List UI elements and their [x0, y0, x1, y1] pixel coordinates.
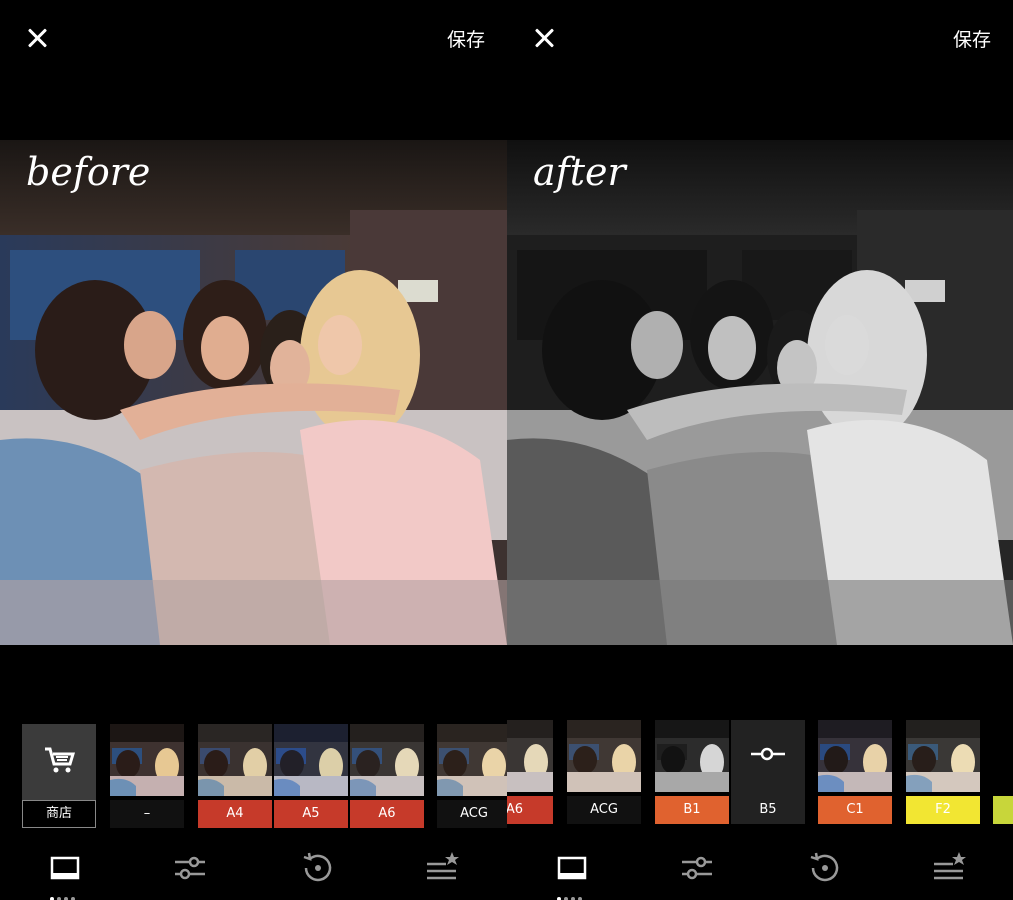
filter-label: C1: [818, 796, 892, 824]
filter-thumbnail: [274, 724, 348, 796]
filter-label: A4: [198, 800, 272, 828]
filter-label: B1: [655, 796, 729, 824]
filter-thumbnail: [437, 724, 507, 796]
filter-thumbnail: [818, 720, 892, 792]
filter-thumbnail: [993, 720, 1013, 792]
filter-label: A5: [274, 800, 348, 828]
filter-b5-selected[interactable]: B5: [731, 720, 805, 824]
shop-cart-icon: [45, 747, 76, 773]
shop-button[interactable]: 商店: [22, 724, 96, 828]
after-panel: 保存 after A6 ACG B1 B5 C1 F2: [507, 0, 1013, 900]
adjust-sliders-icon[interactable]: [170, 848, 210, 888]
close-icon[interactable]: [533, 26, 557, 50]
filter-acg[interactable]: ACG: [567, 720, 641, 824]
recipe-favorites-icon[interactable]: [422, 848, 462, 888]
filter-strip[interactable]: 商店 – A4 A5 A6 ACG: [0, 720, 507, 830]
adjust-strength-icon: [751, 747, 785, 761]
before-caption: before: [26, 150, 151, 194]
adjust-sliders-icon[interactable]: [677, 848, 717, 888]
filter-label: A6: [507, 796, 553, 824]
filter-a5[interactable]: A5: [274, 724, 348, 828]
before-panel: 保存 before 商店 – A4 A5 A6 ACG: [0, 0, 507, 900]
recipe-favorites-icon[interactable]: [929, 848, 969, 888]
filter-label-partial: [993, 796, 1013, 824]
filter-label: ACG: [567, 796, 641, 824]
filter-f2[interactable]: F2: [906, 720, 980, 824]
filter-next-partial[interactable]: [993, 720, 1013, 824]
page-dots: [50, 886, 80, 900]
filter-label: B5: [731, 796, 805, 824]
filter-a6[interactable]: A6: [507, 720, 553, 824]
filter-acg[interactable]: ACG: [437, 724, 507, 828]
photo-preview: [0, 140, 507, 645]
filter-thumbnail: [110, 724, 184, 796]
bottom-toolbar: [507, 840, 1013, 900]
frame-icon[interactable]: [45, 848, 85, 888]
filter-thumbnail: [906, 720, 980, 792]
filter-label: A6: [350, 800, 424, 828]
close-icon[interactable]: [26, 26, 50, 50]
filter-c1[interactable]: C1: [818, 720, 892, 824]
filter-strip[interactable]: A6 ACG B1 B5 C1 F2: [507, 720, 1013, 830]
filter-a6[interactable]: A6: [350, 724, 424, 828]
history-icon[interactable]: [298, 848, 338, 888]
filter-a4[interactable]: A4: [198, 724, 272, 828]
photo-preview: [507, 140, 1013, 645]
filter-thumbnail: [655, 720, 729, 792]
filter-b1[interactable]: B1: [655, 720, 729, 824]
filter-thumbnail: [567, 720, 641, 792]
save-button[interactable]: 保存: [953, 25, 991, 52]
history-icon[interactable]: [805, 848, 845, 888]
filter-label: ACG: [437, 800, 507, 828]
frame-icon[interactable]: [552, 848, 592, 888]
after-caption: after: [533, 150, 626, 194]
filter-label: F2: [906, 796, 980, 824]
shop-label: 商店: [22, 800, 96, 828]
filter-thumbnail: [198, 724, 272, 796]
filter-label: –: [110, 800, 184, 828]
bottom-toolbar: [0, 840, 507, 900]
save-button[interactable]: 保存: [447, 25, 485, 52]
page-dots: [557, 886, 587, 900]
filter-thumbnail: [350, 724, 424, 796]
filter-none[interactable]: –: [110, 724, 184, 828]
filter-thumbnail: [507, 720, 553, 792]
